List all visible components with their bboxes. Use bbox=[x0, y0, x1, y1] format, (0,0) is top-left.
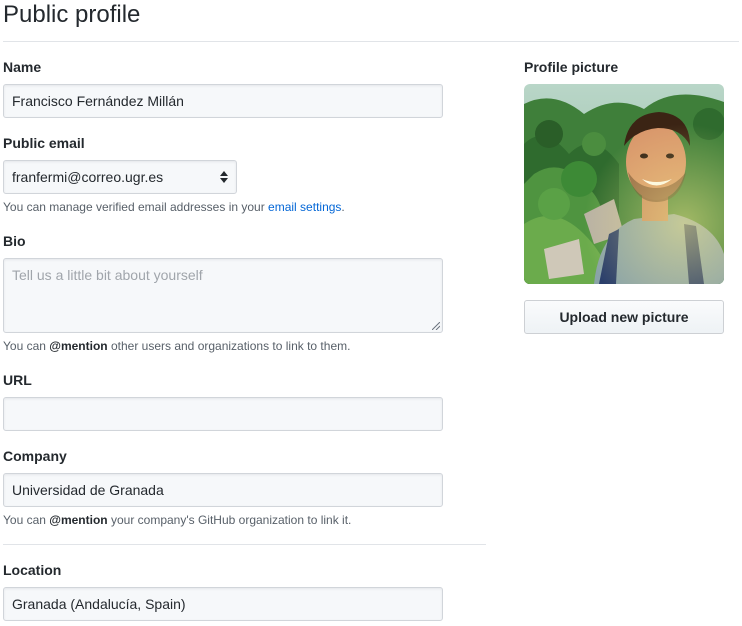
profile-avatar bbox=[524, 84, 724, 284]
url-input[interactable] bbox=[3, 397, 443, 431]
company-input-value: Universidad de Granada bbox=[12, 482, 164, 498]
company-note: You can @mention your company's GitHub o… bbox=[3, 513, 351, 527]
public-email-select[interactable]: franfermi@correo.ugr.es bbox=[3, 160, 237, 194]
bio-note: You can @mention other users and organiz… bbox=[3, 339, 350, 353]
company-note-suffix: your company's GitHub organization to li… bbox=[107, 513, 352, 527]
name-input-value: Francisco Fernández Millán bbox=[12, 93, 184, 109]
name-label: Name bbox=[3, 59, 42, 75]
location-input[interactable]: Granada (Andalucía, Spain) bbox=[3, 587, 443, 621]
public-email-note-prefix: You can manage verified email addresses … bbox=[3, 200, 269, 214]
company-input[interactable]: Universidad de Granada bbox=[3, 473, 443, 507]
profile-avatar-image bbox=[524, 84, 724, 284]
upload-new-picture-button[interactable]: Upload new picture bbox=[524, 300, 724, 334]
location-input-value: Granada (Andalucía, Spain) bbox=[12, 596, 186, 612]
profile-picture-label: Profile picture bbox=[524, 59, 619, 75]
select-arrows-icon bbox=[220, 171, 228, 183]
name-input[interactable]: Francisco Fernández Millán bbox=[3, 84, 443, 118]
bio-note-mention: @mention bbox=[49, 339, 108, 353]
bio-textarea[interactable]: Tell us a little bit about yourself bbox=[3, 258, 443, 333]
title-divider bbox=[3, 41, 739, 42]
public-email-selected: franfermi@correo.ugr.es bbox=[12, 169, 164, 185]
company-note-prefix: You can bbox=[3, 513, 50, 527]
resize-handle-icon[interactable] bbox=[432, 322, 440, 330]
bio-note-suffix: other users and organizations to link to… bbox=[107, 339, 351, 353]
public-email-note: You can manage verified email addresses … bbox=[3, 200, 345, 214]
location-label: Location bbox=[3, 562, 62, 578]
company-note-mention: @mention bbox=[49, 513, 108, 527]
section-divider bbox=[3, 544, 486, 545]
bio-note-prefix: You can bbox=[3, 339, 50, 353]
bio-placeholder: Tell us a little bit about yourself bbox=[12, 267, 203, 283]
email-settings-link[interactable]: email settings bbox=[268, 200, 341, 214]
company-label: Company bbox=[3, 448, 67, 464]
url-label: URL bbox=[3, 372, 32, 388]
public-email-label: Public email bbox=[3, 135, 85, 151]
page-title: Public profile bbox=[3, 1, 141, 28]
bio-label: Bio bbox=[3, 233, 26, 249]
public-email-note-suffix: . bbox=[341, 200, 345, 214]
